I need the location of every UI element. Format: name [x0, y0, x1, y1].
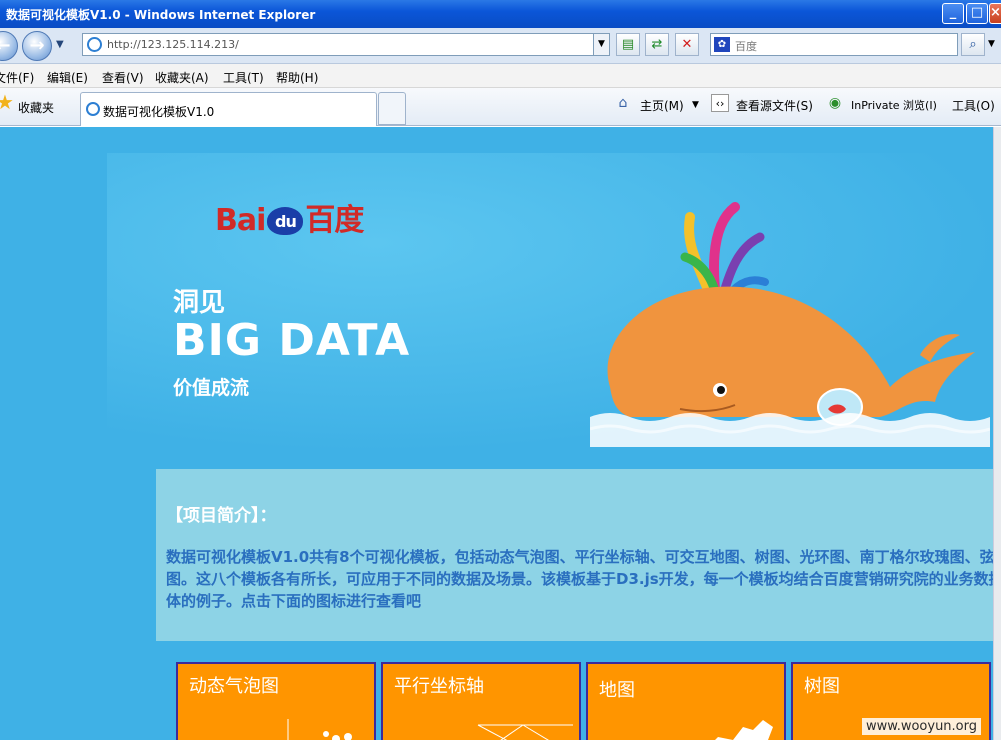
page-scrollbar[interactable] [993, 127, 1001, 740]
watermark-text: www.wooyun.org [862, 718, 982, 735]
card-parallel-coordinates-label: 平行坐标轴 [394, 676, 484, 697]
card-bubble-chart[interactable]: 动态气泡图 [176, 662, 376, 740]
menu-favorites[interactable]: 收藏夹(A) [155, 69, 209, 86]
card-map[interactable]: 地图 [586, 662, 786, 740]
card-bubble-chart-label: 动态气泡图 [189, 676, 279, 697]
tab-bar: ★ 收藏夹 数据可视化模板V1.0 ⌂ 主页(M) ▼ ‹› 查看源文件(S) … [0, 88, 1001, 126]
bubble-chart-thumbnail [287, 719, 352, 740]
stop-icon: ✕ [681, 37, 693, 52]
search-placeholder: 百度 [735, 40, 757, 53]
ie-page-icon [87, 37, 102, 52]
logo-text-right: 百度 [305, 203, 364, 238]
search-icon: ⌕ [969, 37, 977, 52]
map-thumbnail [715, 720, 773, 740]
parallel-coordinates-thumbnail [477, 724, 573, 740]
search-input[interactable]: ✿ 百度 [710, 33, 958, 56]
back-arrow-icon: ← [0, 35, 11, 56]
baidu-paw-icon: du [267, 207, 304, 235]
headline-bottom: 价值成流 [173, 377, 250, 399]
card-tree-label: 树图 [804, 676, 840, 697]
whale-illustration [590, 202, 990, 447]
menu-tools[interactable]: 工具(T) [223, 69, 264, 86]
menu-file[interactable]: 文件(F) [0, 69, 34, 86]
new-tab-button[interactable] [378, 92, 406, 125]
tab-title: 数据可视化模板V1.0 [103, 105, 215, 119]
card-parallel-coordinates[interactable]: 平行坐标轴 [381, 662, 581, 740]
url-input[interactable]: http://123.125.114.213/ ▼ [82, 33, 610, 56]
page-viewport: Bai du 百度 洞见 BIG DATA 价值成流 【项目简介】： 数据可视化模板… [0, 127, 1001, 740]
minimize-button[interactable]: _ [942, 3, 964, 24]
url-dropdown-icon[interactable]: ▼ [593, 34, 609, 55]
home-dropdown-icon[interactable]: ▼ [692, 100, 699, 110]
inprivate-icon: ◉ [828, 95, 842, 111]
compatibility-view-button[interactable]: ▤ [616, 33, 640, 56]
back-button[interactable]: ← [0, 31, 18, 61]
recent-pages-dropdown-icon[interactable]: ▼ [56, 39, 64, 50]
menu-view[interactable]: 查看(V) [102, 69, 144, 86]
star-icon: ★ [0, 90, 14, 114]
search-options-dropdown-icon[interactable]: ▼ [988, 39, 995, 49]
card-map-label: 地图 [599, 680, 635, 701]
logo-text-left: Bai [215, 203, 266, 238]
tools-button[interactable]: 工具(O) [952, 97, 995, 114]
home-icon: ⌂ [618, 95, 628, 111]
window-titlebar: 数据可视化模板V1.0 - Windows Internet Explorer … [0, 0, 1001, 28]
intro-body: 数据可视化模板V1.0共有8个可视化模板，包括动态气泡图、平行坐标轴、可交互地图… [166, 548, 1001, 610]
baidu-logo[interactable]: Bai du 百度 [215, 195, 364, 239]
ie-page-icon [86, 102, 100, 116]
maximize-button[interactable]: □ [966, 3, 988, 24]
baidu-search-icon: ✿ [714, 37, 730, 52]
headline-main: BIG DATA [173, 315, 411, 366]
forward-button[interactable]: → [22, 31, 52, 61]
search-button[interactable]: ⌕ [961, 33, 985, 56]
refresh-button[interactable]: ⇄ [645, 33, 669, 56]
menu-bar: 文件(F) 编辑(E) 查看(V) 收藏夹(A) 工具(T) 帮助(H) [0, 64, 1001, 88]
project-intro-panel: 【项目简介】： 数据可视化模板V1.0共有8个可视化模板，包括动态气泡图、平行坐… [156, 469, 1001, 641]
stop-button[interactable]: ✕ [675, 33, 699, 56]
inprivate-button[interactable]: InPrivate 浏览(I) [851, 97, 937, 113]
tab-active[interactable]: 数据可视化模板V1.0 [80, 92, 377, 126]
menu-edit[interactable]: 编辑(E) [47, 69, 88, 86]
close-button[interactable]: × [989, 3, 1001, 24]
menu-help[interactable]: 帮助(H) [276, 69, 318, 86]
view-source-button[interactable]: 查看源文件(S) [736, 97, 813, 114]
forward-arrow-icon: → [29, 35, 45, 56]
intro-heading: 【项目简介】： [166, 506, 277, 526]
compatibility-icon: ▤ [621, 37, 635, 52]
refresh-icon: ⇄ [651, 37, 663, 52]
window-title: 数据可视化模板V1.0 - Windows Internet Explorer [6, 8, 316, 22]
headline-top: 洞见 [173, 288, 226, 318]
home-button[interactable]: 主页(M) [640, 97, 684, 114]
address-bar: ← → ▼ http://123.125.114.213/ ▼ ▤ ⇄ ✕ ✿ … [0, 28, 1001, 64]
favorites-label: 收藏夹 [18, 101, 55, 115]
url-text: http://123.125.114.213/ [107, 38, 239, 51]
view-source-icon: ‹› [711, 94, 729, 112]
